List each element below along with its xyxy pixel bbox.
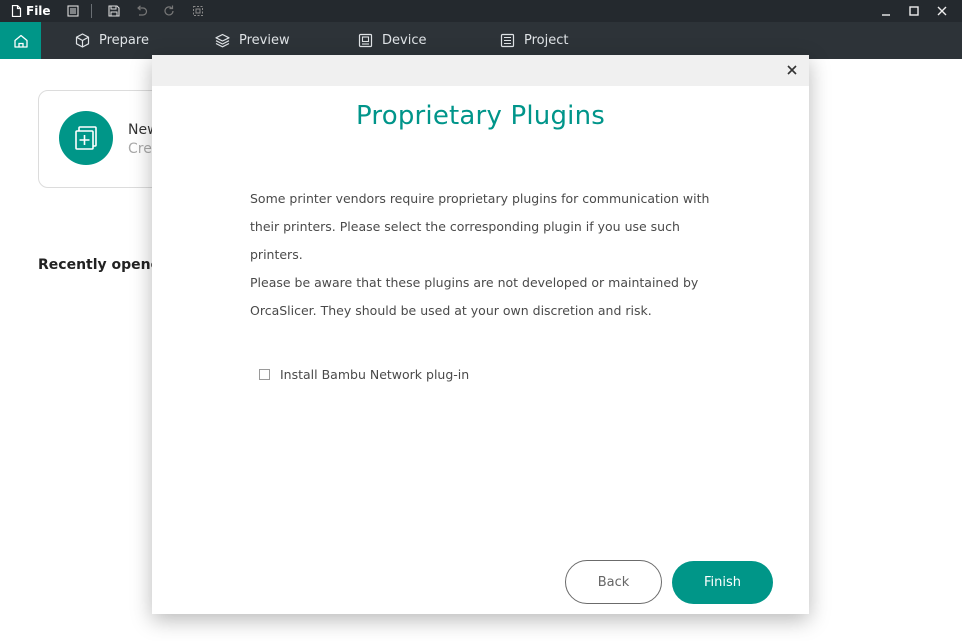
dialog-paragraph-disclaimer: Please be aware that these plugins are n…	[250, 275, 699, 318]
recently-opened-heading: Recently opened	[38, 257, 171, 273]
tab-preview[interactable]: Preview	[215, 22, 290, 59]
toolbar-divider	[90, 4, 92, 18]
minimize-icon[interactable]	[872, 0, 900, 22]
tab-device[interactable]: Device	[358, 22, 426, 59]
tab-preview-label: Preview	[239, 33, 290, 48]
bambu-plugin-checkbox-label: Install Bambu Network plug-in	[280, 367, 470, 382]
new-project-icon	[75, 126, 97, 150]
tab-project[interactable]: Project	[500, 22, 568, 59]
list-icon[interactable]	[65, 3, 81, 19]
dialog-body: Some printer vendors require proprietary…	[250, 185, 710, 325]
main-tab-bar: Prepare Preview Device Project	[0, 22, 962, 59]
tab-home[interactable]	[0, 22, 41, 59]
device-icon	[358, 33, 373, 48]
back-button[interactable]: Back	[565, 560, 662, 604]
bambu-plugin-checkbox[interactable]	[259, 369, 270, 380]
layers-icon	[215, 33, 230, 48]
dialog-paragraph-vendors: Some printer vendors require proprietary…	[250, 191, 710, 262]
redo-icon[interactable]	[162, 3, 178, 19]
crop-icon[interactable]	[190, 3, 206, 19]
dialog-title: Proprietary Plugins	[355, 101, 606, 131]
tab-device-label: Device	[382, 33, 427, 48]
close-icon[interactable]	[928, 0, 956, 22]
close-icon[interactable]	[783, 61, 801, 79]
title-bar: File	[0, 0, 962, 22]
tab-prepare[interactable]: Prepare	[75, 22, 149, 59]
tab-project-label: Project	[524, 33, 569, 48]
cube-icon	[75, 33, 90, 48]
new-project-icon-circle	[59, 111, 113, 165]
home-icon	[13, 34, 28, 48]
undo-icon[interactable]	[134, 3, 150, 19]
file-menu[interactable]: File	[11, 4, 51, 18]
finish-button[interactable]: Finish	[672, 561, 773, 604]
maximize-icon[interactable]	[900, 0, 928, 22]
file-icon	[11, 5, 22, 17]
window-controls	[872, 0, 956, 22]
proprietary-plugins-dialog: Proprietary Plugins Some printer vendors…	[152, 55, 809, 614]
dialog-header	[152, 55, 809, 86]
bambu-plugin-checkbox-row[interactable]: Install Bambu Network plug-in	[259, 367, 469, 382]
tab-prepare-label: Prepare	[99, 33, 149, 48]
file-menu-label: File	[26, 4, 51, 18]
project-icon	[500, 33, 515, 48]
save-icon[interactable]	[106, 3, 122, 19]
